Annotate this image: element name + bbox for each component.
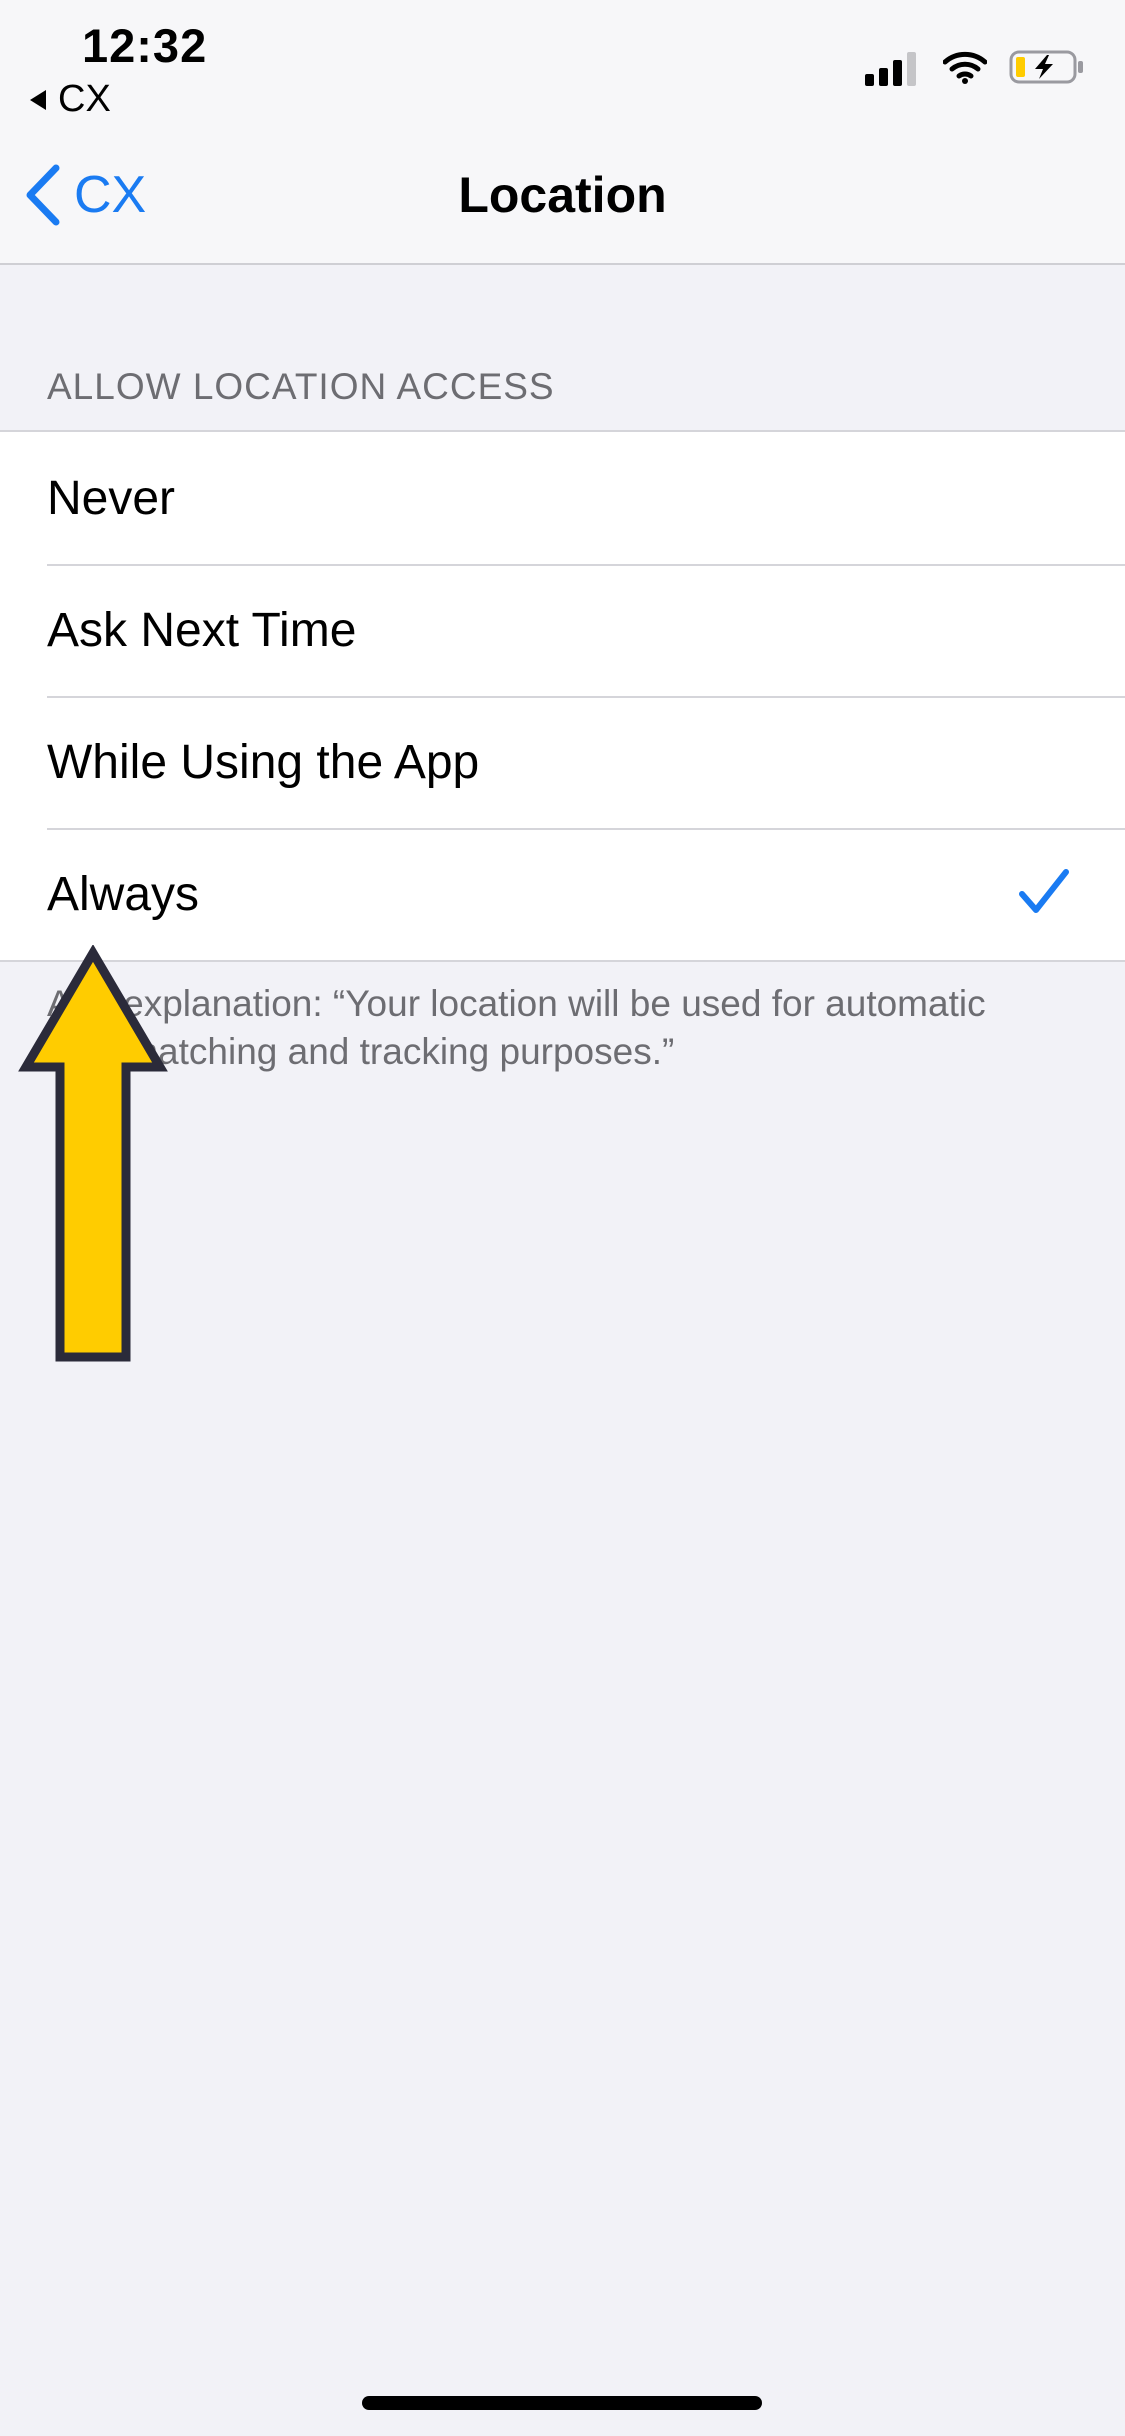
- location-access-options: Never Ask Next Time While Using the App …: [0, 430, 1125, 962]
- option-label: While Using the App: [47, 735, 480, 789]
- app-explanation-text: App explanation: “Your location will be …: [47, 983, 986, 1072]
- section-header: ALLOW LOCATION ACCESS: [47, 366, 555, 407]
- page-title: Location: [458, 167, 667, 223]
- status-back-to-app[interactable]: CX: [30, 78, 111, 121]
- option-label: Always: [47, 867, 200, 921]
- option-never[interactable]: Never: [0, 432, 1125, 564]
- checkmark-icon: [1019, 869, 1069, 913]
- status-icons: [865, 48, 1085, 86]
- option-while-using[interactable]: While Using the App: [0, 696, 1125, 828]
- option-label: Never: [47, 471, 176, 525]
- up-arrow-annotation-icon: [18, 945, 168, 1362]
- cellular-signal-icon: [865, 48, 921, 86]
- option-always[interactable]: Always: [0, 828, 1125, 960]
- home-indicator[interactable]: [362, 2396, 762, 2410]
- battery-charging-icon: [1009, 50, 1083, 84]
- wifi-icon: [943, 51, 987, 84]
- status-back-label: CX: [58, 78, 111, 120]
- option-ask-next-time[interactable]: Ask Next Time: [0, 564, 1125, 696]
- top-bar: 12:32 CX CX Location: [0, 0, 1125, 265]
- back-triangle-icon: [30, 89, 46, 110]
- status-time: 12:32: [82, 19, 208, 72]
- option-label: Ask Next Time: [47, 603, 357, 657]
